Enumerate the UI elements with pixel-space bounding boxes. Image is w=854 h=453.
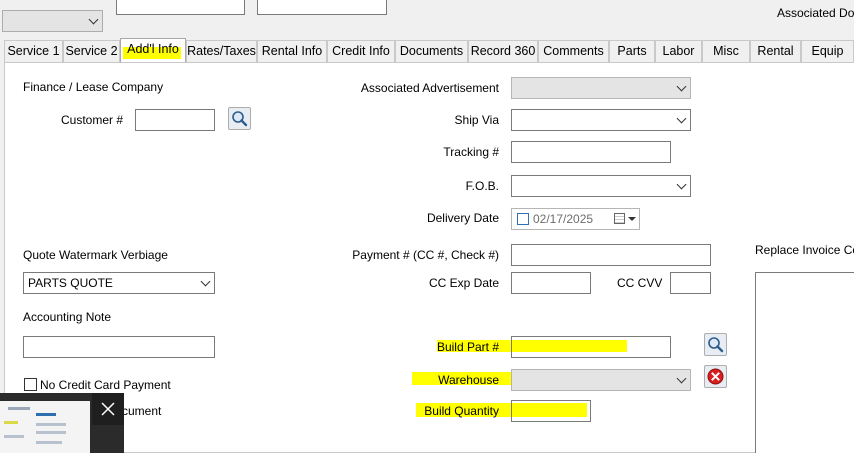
associated-advertisement-select[interactable] [511,77,691,99]
replace-invoice-textarea[interactable] [755,272,854,453]
window-preview-thumbnail[interactable] [0,393,124,453]
close-icon [101,402,115,416]
no-credit-card-label: No Credit Card Payment [40,378,171,392]
tab-service-1[interactable]: Service 1 [4,40,63,62]
tab-rates-taxes[interactable]: Rates/Taxes [186,40,257,62]
cc-cvv-label: CC CVV [617,276,663,290]
chevron-down-icon [676,81,687,92]
watermark-label: Quote Watermark Verbiage [23,248,168,262]
tab-equip[interactable]: Equip [801,40,854,62]
tab-credit-info[interactable]: Credit Info [327,40,395,62]
magnifier-icon [232,111,248,127]
associated-advertisement-label: Associated Advertisement [360,81,499,95]
tab-addl-info[interactable]: Add'l Info [120,38,186,62]
warehouse-label: Warehouse [438,373,499,387]
cc-exp-date-label: CC Exp Date [428,276,499,290]
top-dropdown[interactable] [2,10,103,32]
tab-strip: Service 1 Service 2 Add'l Info Rates/Tax… [0,38,854,62]
fob-label: F.O.B. [465,179,499,193]
close-preview-button[interactable] [92,393,124,425]
fob-select[interactable] [511,175,691,197]
watermark-value: PARTS QUOTE [28,276,113,290]
chevron-down-icon [676,373,687,384]
replace-invoice-label: Replace Invoice Co [755,243,854,257]
delivery-date-value: 02/17/2025 [533,212,594,226]
cc-cvv-field[interactable] [670,272,711,294]
associated-doc-label: Associated Doc [777,6,854,20]
tab-comments[interactable]: Comments [538,40,609,62]
ship-via-label: Ship Via [454,113,499,127]
no-credit-card-checkbox[interactable] [24,378,37,391]
delivery-date-label: Delivery Date [426,211,499,225]
chevron-down-icon [200,276,211,287]
delivery-date-field[interactable]: 02/17/2025 [511,208,640,230]
watermark-select[interactable]: PARTS QUOTE [23,272,215,294]
no-entry-icon [707,368,724,385]
cc-exp-date-field[interactable] [511,272,591,294]
top-bar: Associated Doc [0,0,854,40]
tab-documents[interactable]: Documents [395,40,468,62]
customer-number-field[interactable] [135,109,215,131]
build-part-search-button[interactable] [704,333,727,356]
delivery-date-checkbox[interactable] [517,213,529,225]
customer-search-button[interactable] [228,107,251,130]
tab-rental[interactable]: Rental [750,40,801,62]
build-part-field[interactable] [511,336,671,358]
magnifier-icon [708,337,724,353]
accounting-note-label: Accounting Note [23,310,112,324]
caret-down-icon[interactable] [628,217,636,221]
tab-parts[interactable]: Parts [609,40,655,62]
tracking-number-label: Tracking # [443,145,499,159]
tab-service-2[interactable]: Service 2 [63,40,120,62]
top-field-1[interactable] [116,0,245,15]
finance-lease-heading: Finance / Lease Company [23,80,164,94]
accounting-note-field[interactable] [23,336,215,358]
payment-number-field[interactable] [511,244,711,266]
chevron-down-icon [676,113,687,124]
customer-number-label: Customer # [61,113,124,127]
build-part-label: Build Part # [436,340,499,354]
tab-labor[interactable]: Labor [655,40,702,62]
payment-number-label: Payment # (CC #, Check #) [352,248,499,262]
document-label: cument [122,404,162,418]
tab-misc[interactable]: Misc [702,40,750,62]
tracking-number-field[interactable] [511,141,671,163]
clear-warehouse-button[interactable] [704,365,727,388]
tab-record-360[interactable]: Record 360 [468,40,538,62]
top-field-2[interactable] [257,0,387,15]
calendar-icon[interactable] [614,213,625,224]
tab-rental-info[interactable]: Rental Info [257,40,327,62]
ship-via-select[interactable] [511,109,691,131]
build-quantity-label: Build Quantity [424,404,499,418]
warehouse-select[interactable] [511,369,691,391]
chevron-down-icon [88,14,99,25]
chevron-down-icon [676,179,687,190]
thumbnail-image [0,401,90,453]
build-quantity-field[interactable] [511,400,591,422]
tab-addl-info-label: Add'l Info [127,42,179,56]
